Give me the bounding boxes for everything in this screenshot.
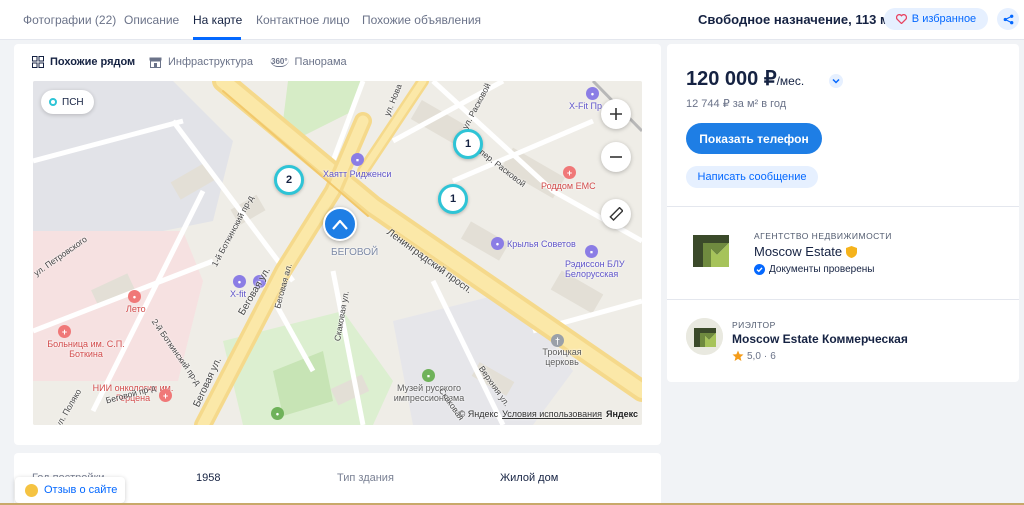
top-navigation: Фотографии (22) Описание На карте Контак… bbox=[0, 0, 1024, 40]
map-label-begovoy: БЕГОВОЙ bbox=[331, 247, 379, 258]
building-icon bbox=[332, 219, 348, 230]
agency-name-text: Moscow Estate bbox=[754, 244, 843, 259]
map-copyright: © Яндекс Условия использования Яндекс bbox=[459, 409, 638, 419]
feedback-label: Отзыв о сайте bbox=[44, 484, 118, 496]
fitness-icon: • bbox=[233, 275, 246, 288]
tab-similar[interactable]: Похожие объявления bbox=[362, 13, 481, 27]
star-icon bbox=[732, 350, 744, 361]
detail-value-year: 1958 bbox=[196, 472, 221, 484]
smile-icon bbox=[25, 483, 38, 497]
object-location-pin[interactable] bbox=[323, 207, 357, 241]
minus-icon bbox=[610, 156, 622, 158]
realtor-rating: 5,0 · 6 bbox=[732, 350, 776, 362]
rating-value: 5,0 bbox=[747, 350, 761, 362]
realtor-name[interactable]: Moscow Estate Коммерческая bbox=[732, 332, 908, 346]
hotel-icon: ▪ bbox=[585, 245, 598, 258]
map-label-krylya: Крылья Советов bbox=[507, 239, 576, 249]
fitness-icon: • bbox=[586, 87, 599, 100]
price: 120 000 ₽/мес. bbox=[686, 66, 804, 91]
map-cluster-pin[interactable]: 1 bbox=[438, 184, 468, 214]
sport-icon: • bbox=[491, 237, 504, 250]
map-tab-label: Похожие рядом bbox=[50, 56, 136, 68]
documents-verified: Документы проверены bbox=[754, 264, 874, 275]
hospital-icon: + bbox=[159, 389, 172, 402]
detail-value-building-type: Жилой дом bbox=[500, 472, 559, 484]
map-cluster-pin[interactable]: 2 bbox=[274, 165, 304, 195]
write-message-button[interactable]: Написать сообщение bbox=[686, 166, 818, 188]
tab-photos[interactable]: Фотографии (22) bbox=[23, 13, 116, 27]
favorites-label: В избранное bbox=[911, 13, 977, 25]
price-details-button[interactable] bbox=[829, 74, 843, 88]
offer-card: 120 000 ₽/мес. 12 744 ₽ за м² в год Пока… bbox=[667, 44, 1019, 382]
museum-icon: ▪ bbox=[422, 369, 435, 382]
price-value: 120 000 ₽ bbox=[686, 68, 777, 90]
realtor-avatar[interactable] bbox=[686, 318, 723, 355]
hospital-icon: + bbox=[563, 166, 576, 179]
ruler-icon bbox=[609, 207, 623, 221]
map-label-xfit-top: X-Fit Пр bbox=[569, 101, 602, 111]
filter-chip-label: ПСН bbox=[62, 96, 84, 108]
heart-icon bbox=[895, 14, 907, 24]
share-icon bbox=[1003, 14, 1013, 24]
chevron-down-icon bbox=[832, 78, 840, 84]
realtor-logo bbox=[686, 318, 723, 355]
map-tab-similar-nearby[interactable]: Похожие рядом bbox=[32, 56, 135, 68]
church-icon: † bbox=[551, 334, 564, 347]
grid-icon bbox=[32, 56, 44, 68]
divider bbox=[667, 299, 1019, 300]
object-title: Свободное назначение, 113 м² bbox=[698, 12, 894, 27]
price-unit: /мес. bbox=[776, 74, 805, 88]
filter-chip[interactable]: ПСН bbox=[41, 90, 94, 114]
tab-contact[interactable]: Контактное лицо bbox=[256, 13, 350, 27]
active-tab-indicator bbox=[193, 37, 241, 40]
ruler-button[interactable] bbox=[601, 199, 631, 229]
map-tab-panorama[interactable]: 360° Панорама bbox=[270, 56, 347, 68]
park-icon: • bbox=[271, 407, 284, 420]
yandex-logo[interactable]: Яндекс bbox=[606, 409, 638, 419]
map-label-church: Троицкая церковь bbox=[542, 347, 582, 367]
map-label-rzd: Рэдиссон БЛУ Белорусская bbox=[565, 259, 625, 279]
price-per-sqm: 12 744 ₽ за м² в год bbox=[686, 98, 787, 110]
zoom-out-button[interactable] bbox=[601, 142, 631, 172]
map-tab-label: Панорама bbox=[294, 56, 347, 68]
copyright-text: © Яндекс bbox=[458, 409, 499, 419]
zoom-in-button[interactable] bbox=[601, 99, 631, 129]
shield-badge-icon bbox=[846, 245, 858, 258]
shop-icon bbox=[149, 57, 162, 68]
map-label-botkin: Больница им. С.П. Боткина bbox=[47, 339, 125, 359]
map-tab-label: Инфраструктура bbox=[168, 56, 254, 68]
terms-link[interactable]: Условия использования bbox=[502, 409, 602, 419]
map-tab-infrastructure[interactable]: Инфраструктура bbox=[149, 56, 253, 68]
show-phone-button[interactable]: Показать телефон bbox=[686, 123, 822, 154]
rating-separator: · bbox=[763, 350, 768, 362]
agency-name[interactable]: Moscow Estate bbox=[754, 244, 858, 259]
plus-icon bbox=[610, 108, 622, 120]
tab-description[interactable]: Описание bbox=[124, 13, 179, 27]
hospital-icon: + bbox=[58, 325, 71, 338]
add-to-favorites-button[interactable]: В избранное bbox=[884, 8, 988, 30]
panorama-360-icon: 360° bbox=[270, 56, 289, 67]
map-label-emc: Роддом ЕМС bbox=[541, 181, 596, 191]
filter-dot-icon bbox=[49, 98, 57, 106]
reviews-count: 6 bbox=[770, 350, 776, 362]
map-section: Похожие рядом Инфраструктура 360° Панора… bbox=[14, 44, 661, 445]
tab-map[interactable]: На карте bbox=[193, 13, 242, 27]
divider bbox=[667, 206, 1019, 207]
map-label-leto: Лето bbox=[126, 304, 146, 314]
restaurant-icon: • bbox=[128, 290, 141, 303]
site-feedback-button[interactable]: Отзыв о сайте bbox=[15, 477, 125, 503]
share-button[interactable] bbox=[997, 8, 1019, 30]
detail-label-building-type: Тип здания bbox=[337, 472, 394, 484]
agency-logo[interactable] bbox=[689, 229, 733, 273]
map-label-hyatt: Хаятт Ридженси bbox=[323, 169, 392, 179]
map-cluster-pin[interactable]: 1 bbox=[453, 129, 483, 159]
map-canvas[interactable]: ПСН Хаятт Ридженси ▪ X-Fit Пр • Роддом Е… bbox=[33, 81, 642, 425]
check-badge-icon bbox=[754, 264, 765, 275]
agency-type: АГЕНТСТВО НЕДВИЖИМОСТИ bbox=[754, 231, 892, 241]
verified-text: Документы проверены bbox=[769, 264, 875, 275]
realtor-type: РИЭЛТОР bbox=[732, 320, 776, 330]
hotel-icon: ▪ bbox=[351, 153, 364, 166]
